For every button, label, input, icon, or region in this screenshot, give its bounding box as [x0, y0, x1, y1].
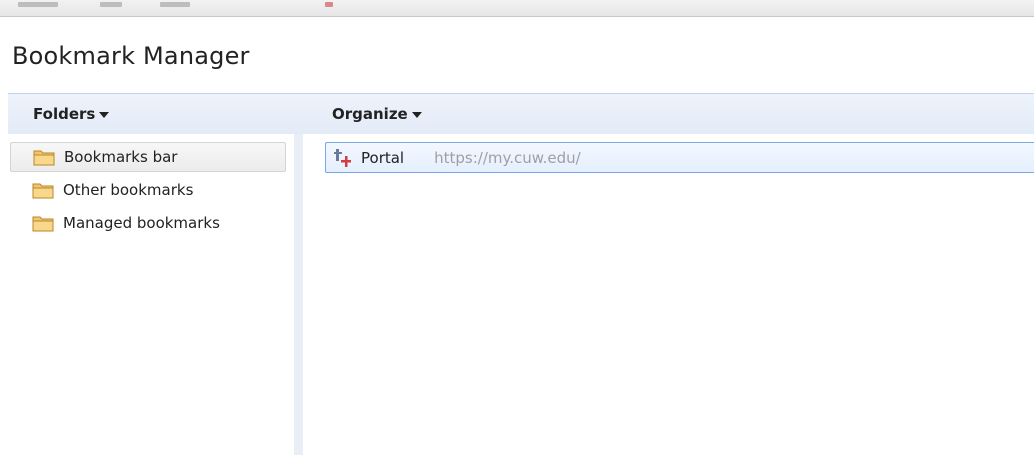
caret-down-icon: [99, 111, 110, 118]
folder-item-managed-bookmarks[interactable]: Managed bookmarks: [10, 208, 286, 238]
folder-item-label: Other bookmarks: [63, 181, 194, 199]
folder-icon: [32, 214, 54, 232]
caret-down-icon: [411, 111, 422, 118]
pane-splitter[interactable]: [294, 134, 303, 455]
tab-remnant: [100, 2, 122, 7]
bookmark-url: https://my.cuw.edu/: [434, 148, 581, 167]
portal-favicon-icon: [333, 148, 353, 168]
organize-menu-label: Organize: [332, 105, 408, 123]
folder-item-label: Managed bookmarks: [63, 214, 220, 232]
folders-menu-button[interactable]: Folders: [33, 105, 110, 123]
bookmark-list: Portal https://my.cuw.edu/: [303, 134, 1034, 455]
folder-item-bookmarks-bar[interactable]: Bookmarks bar: [10, 142, 286, 172]
bookmark-title: Portal: [361, 148, 405, 167]
page-title: Bookmark Manager: [12, 42, 250, 70]
bookmark-row-portal[interactable]: Portal https://my.cuw.edu/: [325, 142, 1034, 173]
folder-icon: [33, 148, 55, 166]
folder-icon: [32, 181, 54, 199]
folders-menu-label: Folders: [33, 105, 96, 123]
browser-tab-strip: [0, 0, 1034, 17]
tab-remnant: [325, 2, 333, 7]
folder-item-label: Bookmarks bar: [64, 148, 178, 166]
tab-remnant: [160, 2, 190, 7]
toolbar: Folders Organize: [8, 93, 1034, 134]
folder-item-other-bookmarks[interactable]: Other bookmarks: [10, 175, 286, 205]
folder-tree: Bookmarks bar Other bookmarks Managed bo…: [8, 134, 294, 455]
tab-remnant: [18, 2, 58, 7]
organize-menu-button[interactable]: Organize: [332, 105, 422, 123]
